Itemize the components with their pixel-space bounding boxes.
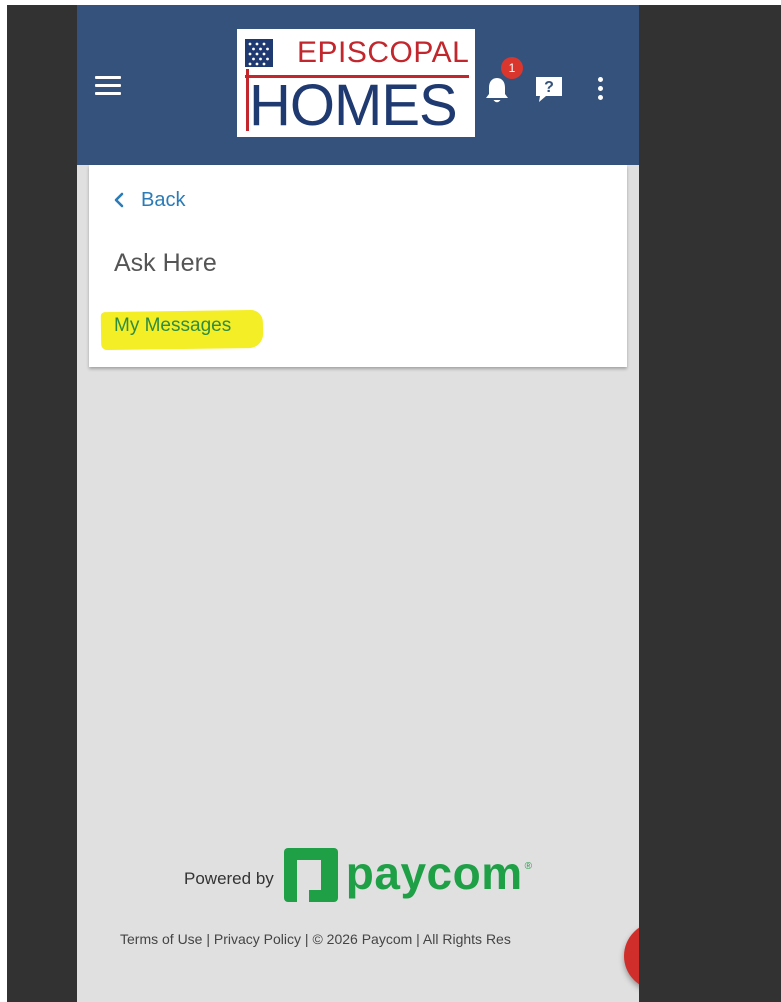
- more-vert-icon[interactable]: [594, 75, 606, 103]
- app-header: EPISCOPAL HOMES 1 ?: [77, 5, 639, 165]
- back-button[interactable]: Back: [109, 187, 185, 213]
- app-screen: EPISCOPAL HOMES 1 ? Back Ask Here My Mes…: [77, 5, 639, 1002]
- privacy-policy-link[interactable]: Privacy Policy: [214, 931, 301, 947]
- copyright-text: © 2026 Paycom: [312, 931, 413, 947]
- powered-by-paycom: Powered by paycom ®: [184, 847, 532, 903]
- footer-separator: |: [412, 931, 423, 947]
- logo-line-2: HOMES: [249, 73, 458, 138]
- paycom-logo-icon: [283, 848, 338, 902]
- back-label: Back: [141, 188, 186, 211]
- registered-mark: ®: [524, 861, 533, 872]
- episcopal-homes-logo: EPISCOPAL HOMES: [235, 27, 477, 139]
- page-title: Ask Here: [114, 249, 217, 277]
- my-messages-link[interactable]: My Messages: [114, 315, 231, 337]
- footer-separator: |: [301, 931, 313, 947]
- paycom-wordmark: paycom: [345, 847, 523, 899]
- logo-line-1: EPISCOPAL: [297, 36, 470, 69]
- content-card: Back Ask Here My Messages: [89, 165, 627, 367]
- notifications-button[interactable]: [483, 75, 511, 105]
- chevron-left-icon: [114, 192, 124, 208]
- svg-text:?: ?: [544, 79, 554, 96]
- rights-text: All Rights Res: [422, 931, 511, 947]
- bell-icon: [486, 78, 508, 103]
- notification-badge: 1: [501, 57, 523, 79]
- powered-by-label: Powered by: [184, 869, 274, 888]
- footer-separator: |: [202, 931, 214, 947]
- help-button[interactable]: ?: [534, 75, 564, 103]
- help-icon: ?: [536, 77, 562, 102]
- clock-fab-button[interactable]: [624, 922, 639, 990]
- flag-icon: [245, 39, 273, 67]
- hamburger-menu-icon[interactable]: [93, 73, 123, 99]
- terms-of-use-link[interactable]: Terms of Use: [120, 931, 202, 947]
- footer-links: Terms of Use | Privacy Policy | © 2026 P…: [120, 931, 511, 947]
